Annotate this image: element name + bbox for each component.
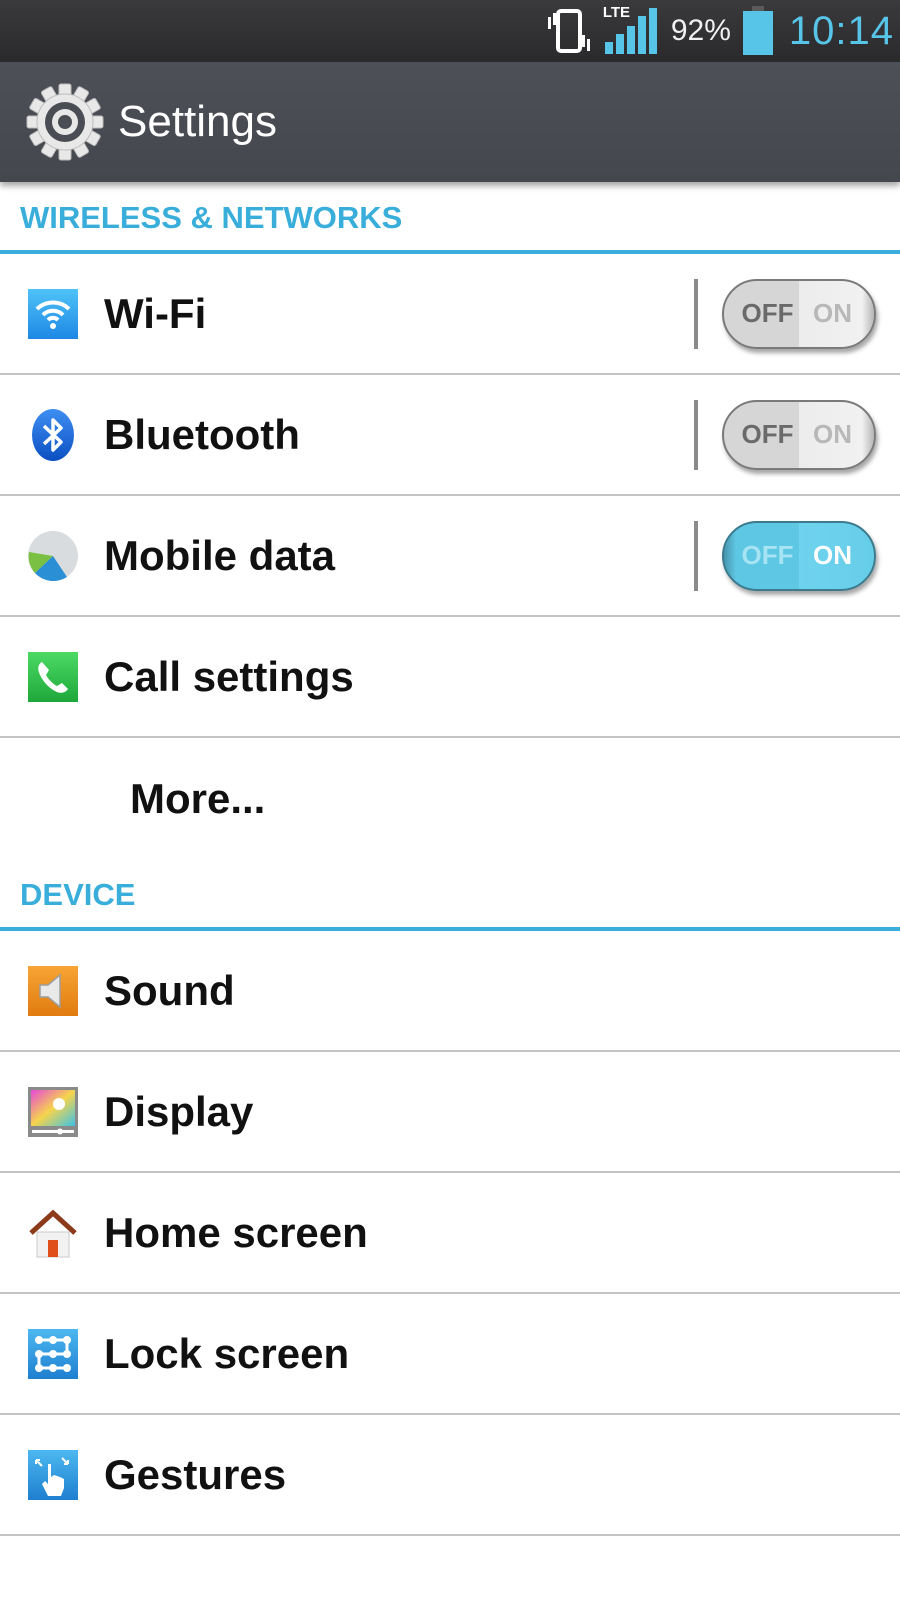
settings-item-label: More...: [130, 774, 266, 822]
settings-item-label: Call settings: [104, 652, 354, 700]
settings-item-label: Bluetooth: [104, 410, 300, 458]
settings-item-label: Lock screen: [104, 1329, 350, 1377]
settings-item-display[interactable]: Display: [0, 1052, 900, 1173]
bluetooth-toggle[interactable]: OFF ON: [722, 399, 876, 470]
toggle-off-label: OFF: [741, 298, 794, 328]
display-icon: [26, 1085, 80, 1139]
toggle-on-label: ON: [813, 298, 852, 328]
toggle-on-label: ON: [813, 419, 852, 449]
settings-item-wifi[interactable]: Wi-Fi OFF ON: [0, 254, 900, 375]
settings-item-label: Sound: [104, 966, 235, 1014]
divider: [694, 399, 698, 470]
settings-item-label: Wi-Fi: [104, 289, 207, 337]
settings-item-label: Mobile data: [104, 531, 336, 579]
home-icon: [26, 1206, 80, 1260]
wifi-toggle-area: OFF ON: [694, 254, 876, 373]
settings-item-gestures[interactable]: Gestures: [0, 1415, 900, 1536]
settings-item-bluetooth[interactable]: Bluetooth OFF ON: [0, 375, 900, 496]
settings-item-label: Gestures: [104, 1450, 287, 1498]
battery-icon: [741, 6, 775, 56]
divider: [694, 520, 698, 591]
mobile-data-toggle[interactable]: OFF ON: [722, 520, 876, 591]
gear-icon[interactable]: [26, 83, 104, 161]
divider: [694, 278, 698, 349]
settings-item-sound[interactable]: Sound: [0, 931, 900, 1052]
speaker-icon: [26, 964, 80, 1018]
wifi-icon: [26, 287, 80, 341]
settings-item-mobile-data[interactable]: Mobile data OFF ON: [0, 496, 900, 617]
mobile-data-toggle-area: OFF ON: [694, 496, 876, 615]
settings-list: WIRELESS & NETWORKS Wi-Fi OFF ON Bluetoo…: [0, 182, 900, 1536]
toggle-off-label: OFF: [741, 419, 794, 449]
settings-item-label: Home screen: [104, 1208, 368, 1256]
clock: 10:14: [788, 8, 894, 53]
settings-item-home-screen[interactable]: Home screen: [0, 1173, 900, 1294]
lock-pattern-icon: [26, 1327, 80, 1381]
toggle-on-label: ON: [813, 540, 852, 570]
settings-item-label: Display: [104, 1087, 254, 1135]
vibrate-icon: [545, 7, 593, 55]
settings-item-lock-screen[interactable]: Lock screen: [0, 1294, 900, 1415]
action-bar: Settings: [0, 62, 900, 182]
section-header-device: DEVICE: [0, 859, 900, 931]
battery-percent: 92%: [670, 14, 731, 47]
settings-item-more[interactable]: More...: [0, 738, 900, 859]
phone-icon: [26, 650, 80, 704]
signal-icon: LTE: [603, 4, 659, 56]
page-title: Settings: [118, 97, 277, 146]
status-bar: LTE 92% 10:14: [0, 0, 900, 62]
toggle-off-label: OFF: [741, 540, 794, 570]
mobile-data-icon: [26, 529, 80, 583]
bluetooth-icon: [26, 408, 80, 462]
bluetooth-toggle-area: OFF ON: [694, 375, 876, 494]
wifi-toggle[interactable]: OFF ON: [722, 278, 876, 349]
settings-item-call-settings[interactable]: Call settings: [0, 617, 900, 738]
section-header-wireless: WIRELESS & NETWORKS: [0, 182, 900, 254]
gesture-hand-icon: [26, 1448, 80, 1502]
